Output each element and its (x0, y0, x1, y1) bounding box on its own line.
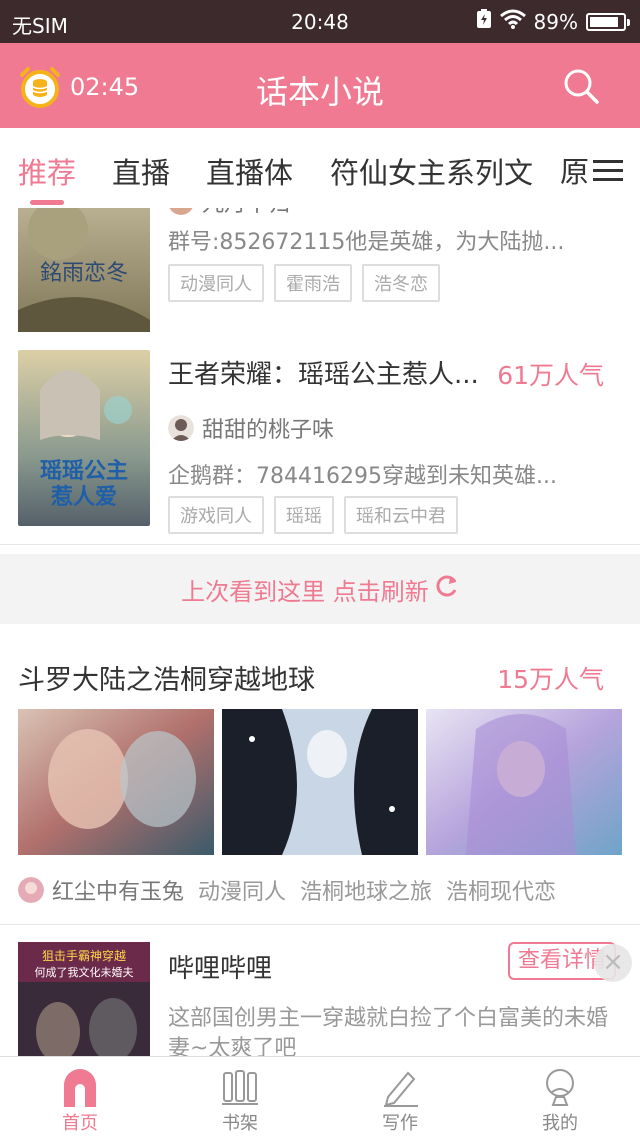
svg-text:銘雨恋冬: 銘雨恋冬 (40, 261, 128, 286)
category-tabs: 推荐 直播 直播体 符仙女主系列文 原 (0, 128, 640, 209)
book-cover: 瑶瑶公主 惹人爱 (18, 350, 150, 526)
tab-more[interactable]: 原 (560, 148, 632, 192)
ad-desc: 这部国创男主一穿越就白捡了个白富美的未婚妻~太爽了吧 (168, 1006, 609, 1056)
bookshelf-icon (185, 1065, 295, 1109)
featured-author[interactable]: 红尘中有玉兔 (18, 874, 184, 906)
app-title: 话本小说 (255, 73, 384, 111)
author-avatar (18, 877, 44, 903)
refresh-label: 上次看到这里 点击刷新 (181, 577, 429, 606)
book-card[interactable]: 瑶瑶公主 惹人爱 王者荣耀：瑶瑶公主惹人... 61万人气 甜甜的桃子味 企鹅群… (0, 332, 640, 545)
nav-label: 首页 (62, 1113, 98, 1134)
tab-recommend[interactable]: 推荐 (18, 150, 76, 192)
author-name: 甜甜的桃子味 (202, 418, 335, 443)
charging-icon (476, 9, 492, 34)
author-name: 红尘中有玉兔 (52, 880, 185, 905)
featured-image-3[interactable] (426, 709, 622, 855)
tag[interactable]: 浩冬恋 (362, 264, 440, 302)
author-avatar (168, 415, 194, 441)
nav-write[interactable]: 写作 (345, 1065, 455, 1135)
bottom-nav: 首页 书架 写作 我的 (0, 1056, 640, 1139)
battery-icon (586, 12, 630, 31)
status-bar: 无SIM 20:48 89% (0, 0, 640, 43)
wifi-icon (499, 9, 526, 34)
app-header: 02:45 话本小说 (0, 43, 640, 128)
nav-label: 书架 (222, 1113, 258, 1134)
pencil-icon (345, 1065, 455, 1109)
book-author[interactable]: 九月不归 (168, 208, 290, 218)
book-popularity: 61万人气 (497, 361, 604, 390)
featured-popularity: 15万人气 (497, 665, 604, 694)
tab-original[interactable]: 原 (560, 149, 589, 191)
tab-live[interactable]: 直播 (112, 150, 170, 192)
close-icon[interactable]: × (594, 944, 632, 982)
book-tags: 游戏同人 瑶瑶 瑶和云中君 (168, 496, 458, 534)
nav-home[interactable]: 首页 (25, 1065, 135, 1135)
feed: 銘雨恋冬 九月不归 群号:852672115他是英雄，为大陆抛... 动漫同人 … (0, 208, 640, 1056)
refresh-bar[interactable]: 上次看到这里 点击刷新 (0, 554, 640, 624)
featured-book-card[interactable]: 斗罗大陆之浩桐穿越地球 15万人气 红尘中有玉兔 动漫同人 浩桐地球之旅 浩桐现… (0, 624, 640, 925)
tab-fuxian-series[interactable]: 符仙女主系列文 (330, 150, 533, 192)
ad-card[interactable]: 狙击手霸神穿越 何成了我文化未婚夫 哔哩哔哩 查看详情 × 这部国创男主一穿越就白… (0, 924, 640, 1056)
tag[interactable]: 浩桐现代恋 (446, 874, 556, 906)
tag[interactable]: 霍雨浩 (274, 264, 352, 302)
author-avatar (168, 208, 194, 215)
svg-text:何成了我文化未婚夫: 何成了我文化未婚夫 (35, 965, 134, 979)
ad-title[interactable]: 哔哩哔哩 (168, 948, 272, 985)
ad-image[interactable]: 狙击手霸神穿越 何成了我文化未婚夫 (18, 942, 150, 1056)
tab-live-style[interactable]: 直播体 (206, 150, 293, 192)
profile-icon (505, 1065, 615, 1109)
featured-meta: 红尘中有玉兔 动漫同人 浩桐地球之旅 浩桐现代恋 (18, 874, 556, 906)
featured-title[interactable]: 斗罗大陆之浩桐穿越地球 (18, 658, 315, 697)
svg-text:瑶瑶公主: 瑶瑶公主 (40, 458, 128, 484)
featured-image-1[interactable] (18, 709, 214, 855)
book-cover: 銘雨恋冬 (18, 208, 150, 336)
nav-label: 我的 (542, 1113, 578, 1134)
tag[interactable]: 动漫同人 (168, 264, 264, 302)
book-tags: 动漫同人 霍雨浩 浩冬恋 (168, 264, 440, 302)
book-desc: 企鹅群：784416295穿越到未知英雄... (168, 464, 557, 489)
search-icon[interactable] (562, 67, 600, 109)
nav-label: 写作 (382, 1113, 418, 1134)
book-card[interactable]: 銘雨恋冬 九月不归 群号:852672115他是英雄，为大陆抛... 动漫同人 … (0, 208, 640, 336)
book-desc: 群号:852672115他是英雄，为大陆抛... (168, 230, 565, 255)
svg-text:惹人爱: 惹人爱 (51, 484, 117, 510)
featured-image-2[interactable] (222, 709, 418, 855)
menu-icon[interactable] (593, 154, 624, 187)
battery-percent: 89% (533, 9, 578, 34)
home-icon (25, 1065, 135, 1109)
svg-text:狙击手霸神穿越: 狙击手霸神穿越 (42, 948, 126, 963)
tag[interactable]: 动漫同人 (198, 874, 286, 906)
book-author[interactable]: 甜甜的桃子味 (168, 412, 334, 444)
active-tab-indicator (30, 200, 64, 205)
book-title[interactable]: 王者荣耀：瑶瑶公主惹人... (168, 354, 479, 391)
refresh-icon (435, 574, 459, 604)
tag[interactable]: 浩桐地球之旅 (300, 874, 432, 906)
tag[interactable]: 瑶瑶 (274, 496, 334, 534)
tag[interactable]: 游戏同人 (168, 496, 264, 534)
author-name: 九月不归 (202, 208, 290, 218)
nav-me[interactable]: 我的 (505, 1065, 615, 1135)
tag[interactable]: 瑶和云中君 (344, 496, 458, 534)
nav-bookshelf[interactable]: 书架 (185, 1065, 295, 1135)
